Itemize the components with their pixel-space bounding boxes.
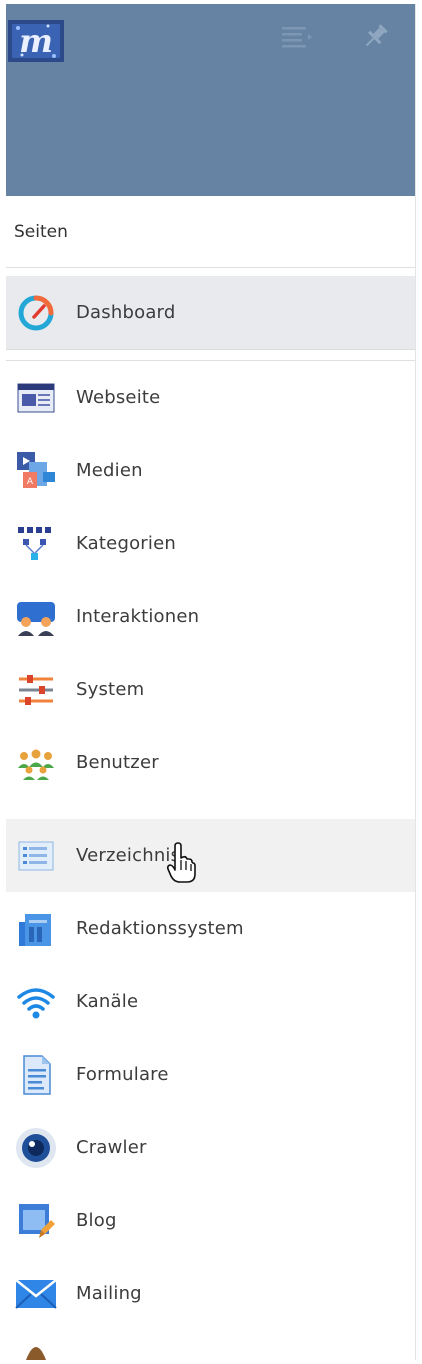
wifi-channels-icon: [14, 980, 58, 1024]
crawler-eye-icon: [14, 1126, 58, 1170]
svg-text:m: m: [19, 22, 53, 60]
nav-item-kategorien[interactable]: Kategorien: [6, 507, 415, 580]
media-icon: A: [14, 449, 58, 493]
nav-label-verzeichnis: Verzeichnis: [76, 845, 181, 866]
nav-label-kanaele: Kanäle: [76, 991, 139, 1012]
nav-label-formulare: Formulare: [76, 1064, 169, 1085]
section-title: Seiten: [6, 196, 415, 268]
sidebar: m Seiten Dashboard Webseite A Medien Kat…: [6, 4, 416, 1360]
nav-item-system[interactable]: System: [6, 653, 415, 726]
nav-item-crawler[interactable]: Crawler: [6, 1111, 415, 1184]
nav-label-medien: Medien: [76, 460, 143, 481]
nav-label-blog: Blog: [76, 1210, 117, 1231]
nav-item-mailing[interactable]: Mailing: [6, 1257, 415, 1330]
nav-label-dashboard: Dashboard: [76, 302, 176, 323]
hand-pointer-cursor-icon: [166, 842, 196, 884]
nav-label-interaktionen: Interaktionen: [76, 606, 200, 627]
nav-item-verzeichnis[interactable]: Verzeichnis: [6, 819, 415, 892]
svg-text:A: A: [27, 477, 34, 487]
logo-icon[interactable]: m: [8, 20, 64, 62]
sidebar-header: m: [6, 4, 415, 196]
system-sliders-icon: [14, 668, 58, 712]
nav-label-webseite: Webseite: [76, 387, 161, 408]
blog-pen-icon: [14, 1199, 58, 1243]
nav-item-kanaele[interactable]: Kanäle: [6, 965, 415, 1038]
nav-item-medien[interactable]: A Medien: [6, 434, 415, 507]
cms-icon: [14, 907, 58, 951]
mail-envelope-icon: [14, 1272, 58, 1316]
nav-item-webseite[interactable]: Webseite: [6, 361, 415, 434]
partial-next-item[interactable]: [6, 1330, 415, 1360]
nav-label-benutzer: Benutzer: [76, 752, 159, 773]
nav-item-formulare[interactable]: Formulare: [6, 1038, 415, 1111]
nav-label-kategorien: Kategorien: [76, 533, 176, 554]
nav-item-dashboard[interactable]: Dashboard: [6, 276, 415, 350]
directory-icon: [14, 834, 58, 878]
nav-label-mailing: Mailing: [76, 1283, 142, 1304]
webpage-icon: [14, 376, 58, 420]
nav-item-blog[interactable]: Blog: [6, 1184, 415, 1257]
divider: [6, 350, 415, 361]
nav-label-crawler: Crawler: [76, 1137, 147, 1158]
list-collapse-icon[interactable]: [280, 22, 314, 52]
nav-item-redaktionssystem[interactable]: Redaktionssystem: [6, 892, 415, 965]
interactions-icon: [14, 595, 58, 639]
categories-icon: [14, 522, 58, 566]
nav-item-benutzer[interactable]: Benutzer: [6, 726, 415, 799]
nav-item-interaktionen[interactable]: Interaktionen: [6, 580, 415, 653]
nav-label-redaktionssystem: Redaktionssystem: [76, 918, 244, 939]
forms-icon: [14, 1053, 58, 1097]
dashboard-gauge-icon: [14, 291, 58, 335]
users-icon: [14, 741, 58, 785]
section-title-text: Seiten: [14, 221, 68, 242]
pin-icon[interactable]: [358, 22, 392, 52]
avatar-icon: [24, 1338, 48, 1364]
nav-label-system: System: [76, 679, 145, 700]
